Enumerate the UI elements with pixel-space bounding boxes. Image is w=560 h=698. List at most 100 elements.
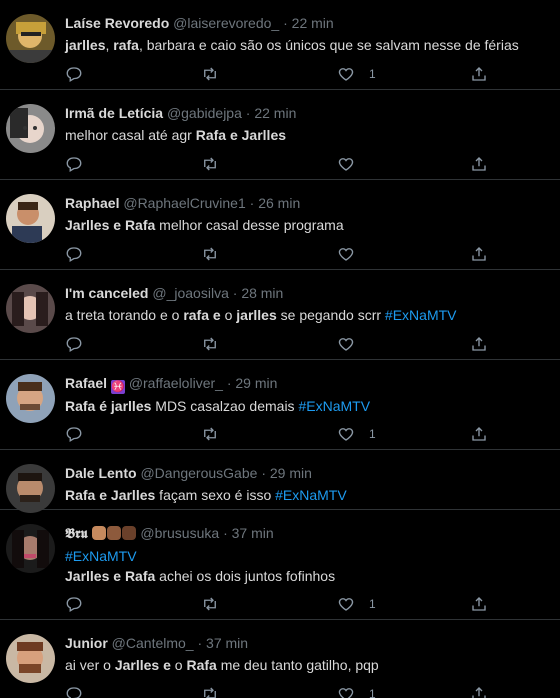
display-name[interactable]: Junior <box>65 635 108 651</box>
share-icon <box>470 245 488 263</box>
reply-icon <box>65 685 83 698</box>
display-name[interactable]: Raphael <box>65 195 119 211</box>
retweet-button[interactable] <box>201 424 219 444</box>
tweet-text: Rafa é jarlles MDS casalzao demais #ExNa… <box>65 396 550 416</box>
timestamp[interactable]: 28 min <box>241 285 283 301</box>
avatar[interactable] <box>6 374 55 423</box>
highlighted-text: Jarlles e <box>114 657 171 673</box>
tweet-text: jarlles, rafa, barbara e caio são os úni… <box>65 35 550 55</box>
tweet-header: Rafael ♓ @raffaeloliver_ · 29 min <box>65 374 550 394</box>
share-button[interactable] <box>470 684 488 698</box>
tweet-header: Laíse Revoredo @laiserevoredo_ · 22 min <box>65 14 550 33</box>
user-handle[interactable]: @_joaosilva <box>152 285 228 301</box>
like-button[interactable]: 1 <box>337 684 376 698</box>
timestamp[interactable]: 29 min <box>235 375 277 391</box>
highlighted-text: rafa <box>183 307 209 323</box>
fist-emoji <box>92 526 107 540</box>
share-button[interactable] <box>470 244 488 264</box>
highlighted-text: Rafa e Jarlles <box>65 487 156 503</box>
fist-emoji <box>107 526 122 540</box>
avatar[interactable] <box>6 194 55 243</box>
text-span: achei os dois juntos fofinhos <box>155 568 336 584</box>
like-icon <box>337 595 355 613</box>
timestamp[interactable]: 22 min <box>292 15 334 31</box>
tweet-text: melhor casal até agr Rafa e Jarlles <box>65 125 550 145</box>
display-name[interactable]: Irmã de Letícia <box>65 105 163 121</box>
timestamp[interactable]: 37 min <box>206 635 248 651</box>
like-button[interactable] <box>337 244 369 264</box>
separator: · <box>249 195 255 211</box>
user-handle[interactable]: @DangerousGabe <box>140 465 257 481</box>
tweet-header: 𝕭𝖗𝖚 @brususuka · 37 min <box>65 524 550 544</box>
timestamp[interactable]: 29 min <box>270 465 312 481</box>
like-button[interactable]: 1 <box>337 64 376 84</box>
reply-button[interactable] <box>65 594 83 614</box>
reply-button[interactable] <box>65 64 83 84</box>
user-handle[interactable]: @raffaeloliver_ <box>129 375 223 391</box>
like-icon <box>337 425 355 443</box>
tweet-actions: 1 <box>65 684 495 698</box>
display-name[interactable]: Dale Lento <box>65 465 137 481</box>
reply-button[interactable] <box>65 244 83 264</box>
retweet-button[interactable] <box>201 154 219 174</box>
like-button[interactable]: 1 <box>337 594 376 614</box>
reply-button[interactable] <box>65 334 83 354</box>
user-handle[interactable]: @Cantelmo_ <box>112 635 194 651</box>
timestamp[interactable]: 22 min <box>254 105 296 121</box>
share-button[interactable] <box>470 424 488 444</box>
display-name[interactable]: I'm canceled <box>65 285 148 301</box>
hashtag-link[interactable]: #ExNaMTV <box>298 398 370 414</box>
share-button[interactable] <box>470 334 488 354</box>
tweet[interactable]: Raphael @RaphaelCruvine1 · 26 min Jarlle… <box>0 180 560 270</box>
like-button[interactable] <box>337 334 369 354</box>
timestamp[interactable]: 37 min <box>232 525 274 541</box>
avatar[interactable] <box>6 634 55 683</box>
reply-button[interactable] <box>65 424 83 444</box>
tweet-header: Raphael @RaphaelCruvine1 · 26 min <box>65 194 550 213</box>
display-name[interactable]: 𝕭𝖗𝖚 <box>65 526 88 542</box>
retweet-icon <box>201 245 219 263</box>
reply-icon <box>65 155 83 173</box>
display-name[interactable]: Rafael <box>65 375 107 391</box>
share-button[interactable] <box>470 154 488 174</box>
reply-button[interactable] <box>65 684 83 698</box>
avatar[interactable] <box>6 284 55 333</box>
share-button[interactable] <box>470 594 488 614</box>
tweet-header: I'm canceled @_joaosilva · 28 min <box>65 284 550 303</box>
tweet-actions: 1 <box>65 594 495 614</box>
retweet-button[interactable] <box>201 64 219 84</box>
tweet-text: a treta torando e o rafa e o jarlles se … <box>65 305 550 325</box>
user-handle[interactable]: @RaphaelCruvine1 <box>123 195 245 211</box>
user-handle[interactable]: @brususuka <box>140 525 219 541</box>
like-button[interactable] <box>337 154 369 174</box>
retweet-button[interactable] <box>201 244 219 264</box>
tweet[interactable]: Dale Lento @DangerousGabe · 29 min Rafa … <box>0 450 560 513</box>
avatar[interactable] <box>6 14 55 63</box>
timestamp[interactable]: 26 min <box>258 195 300 211</box>
avatar[interactable] <box>6 524 55 573</box>
retweet-button[interactable] <box>201 684 219 698</box>
hashtag-link[interactable]: #ExNaMTV <box>65 548 137 564</box>
tweet[interactable]: 𝕭𝖗𝖚 @brususuka · 37 min #ExNaMTV Jarlles … <box>0 510 560 620</box>
tweet[interactable]: I'm canceled @_joaosilva · 28 min a tret… <box>0 270 560 360</box>
avatar[interactable] <box>6 464 55 513</box>
hashtag-link[interactable]: #ExNaMTV <box>275 487 347 503</box>
retweet-button[interactable] <box>201 594 219 614</box>
tweet[interactable]: Irmã de Letícia @gabidejpa · 22 min melh… <box>0 90 560 180</box>
tweet[interactable]: Rafael ♓ @raffaeloliver_ · 29 min Rafa é… <box>0 360 560 450</box>
avatar[interactable] <box>6 104 55 153</box>
reply-icon <box>65 595 83 613</box>
user-handle[interactable]: @gabidejpa <box>167 105 242 121</box>
share-button[interactable] <box>470 64 488 84</box>
retweet-button[interactable] <box>201 334 219 354</box>
like-count: 1 <box>369 597 376 611</box>
separator: · <box>261 465 266 481</box>
display-name[interactable]: Laíse Revoredo <box>65 15 169 31</box>
hashtag-link[interactable]: #ExNaMTV <box>385 307 457 323</box>
reply-button[interactable] <box>65 154 83 174</box>
like-button[interactable]: 1 <box>337 424 376 444</box>
tweet[interactable]: Junior @Cantelmo_ · 37 min ai ver o Jarl… <box>0 620 560 698</box>
tweet-text: Rafa e Jarlles façam sexo é isso #ExNaMT… <box>65 485 550 505</box>
tweet[interactable]: Laíse Revoredo @laiserevoredo_ · 22 min … <box>0 0 560 90</box>
user-handle[interactable]: @laiserevoredo_ <box>173 15 279 31</box>
